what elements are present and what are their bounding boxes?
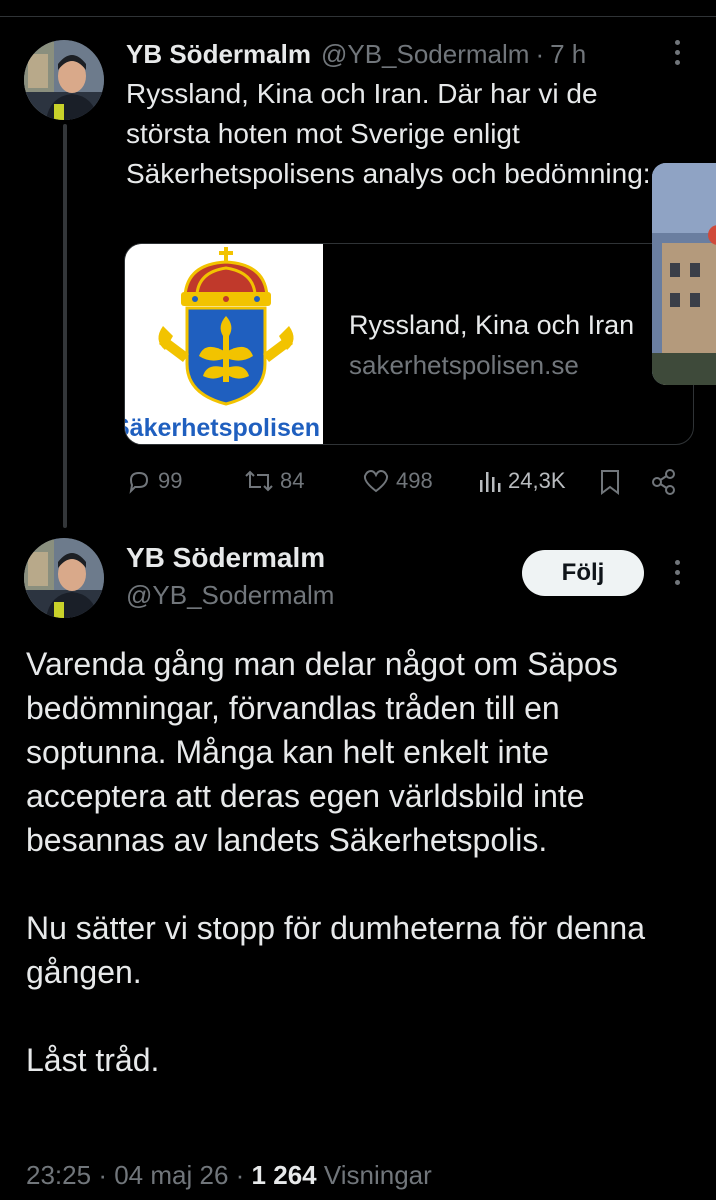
like-count: 498	[396, 468, 433, 493]
share-icon	[652, 469, 675, 495]
tweet-header: YB Södermalm @YB_Sodermalm · 7 h	[126, 36, 586, 72]
separator: ·	[535, 38, 545, 69]
heart-icon	[363, 469, 389, 493]
repost-button[interactable]: 84	[244, 468, 304, 494]
avatar[interactable]	[24, 40, 104, 120]
more-options-icon[interactable]	[672, 40, 682, 65]
tweet-date[interactable]: 04 maj 26	[114, 1160, 228, 1190]
tweet-paragraph: Varenda gång man delar något om Säpos be…	[26, 646, 618, 858]
more-options-icon[interactable]	[672, 560, 682, 585]
repost-count: 84	[280, 468, 305, 493]
author-handle[interactable]: @YB_Sodermalm	[321, 39, 529, 70]
reply-count: 99	[158, 468, 183, 493]
thread-connector	[63, 124, 67, 528]
separator: ·	[98, 1160, 107, 1190]
tweet-time[interactable]: 7 h	[550, 39, 586, 70]
avatar[interactable]	[24, 538, 104, 618]
media-thumbnail	[652, 163, 716, 385]
avatar-photo	[24, 538, 104, 618]
repost-icon	[245, 470, 273, 492]
reply-button[interactable]: 99	[126, 468, 182, 494]
logo-wordmark: Säkerhetspolisen	[125, 412, 323, 444]
author-name[interactable]: YB Södermalm	[126, 542, 325, 574]
views-button[interactable]: 24,3K	[478, 468, 566, 494]
tweet-meta: 23:25 · 04 maj 26 · 1 264 Visningar	[26, 1160, 432, 1191]
avatar-photo	[24, 40, 104, 120]
tweet-paragraph: Nu sätter vi stopp för dumheterna för de…	[26, 910, 646, 990]
bookmark-button[interactable]	[598, 468, 622, 496]
card-title[interactable]: Ryssland, Kina och Iran	[349, 310, 653, 341]
side-media-preview[interactable]	[652, 163, 716, 385]
follow-button[interactable]: Följ	[522, 550, 644, 596]
tweet-text: Ryssland, Kina och Iran. Där har vi de s…	[126, 78, 651, 189]
tweet-paragraph: Låst tråd.	[26, 1042, 160, 1078]
reply-icon	[129, 471, 149, 494]
link-card[interactable]: Säkerhetspolisen Ryssland, Kina och Iran…	[124, 243, 694, 445]
view-count: 24,3K	[508, 468, 566, 493]
separator: ·	[235, 1160, 245, 1190]
bookmark-icon	[601, 470, 619, 495]
tweet-body: Varenda gång man delar något om Säpos be…	[26, 642, 696, 1082]
views-label: Visningar	[323, 1160, 432, 1190]
author-handle[interactable]: @YB_Sodermalm	[126, 580, 334, 611]
tweet-timestamp[interactable]: 23:25	[26, 1160, 91, 1190]
card-domain[interactable]: sakerhetspolisen.se	[349, 350, 579, 381]
analytics-icon	[480, 472, 501, 492]
like-button[interactable]: 498	[362, 468, 433, 494]
share-button[interactable]	[650, 468, 678, 496]
top-divider	[0, 16, 716, 17]
views-count: 1 264	[251, 1160, 317, 1190]
author-name[interactable]: YB Södermalm	[126, 39, 311, 70]
